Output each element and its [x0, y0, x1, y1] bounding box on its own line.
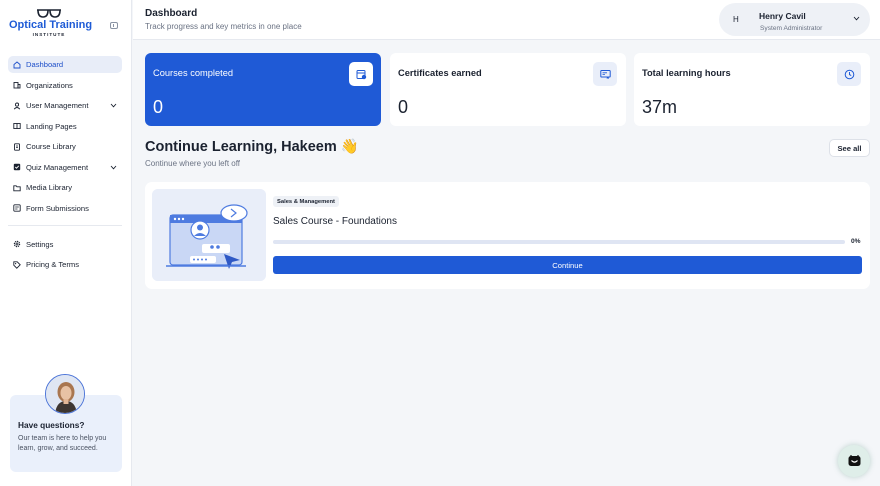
sidebar-collapse-icon[interactable] — [110, 22, 118, 29]
gear-icon — [13, 240, 21, 248]
building-icon — [13, 81, 21, 89]
user-icon — [13, 102, 21, 110]
stat-value: 37m — [642, 97, 678, 117]
sidebar-item-organizations[interactable]: Organizations — [8, 77, 122, 94]
page-title: Dashboard — [145, 8, 198, 19]
chat-bot-icon — [848, 455, 860, 466]
home-icon — [13, 60, 21, 69]
user-menu[interactable]: H Henry Cavil System Administrator — [719, 3, 870, 36]
sidebar: Optical Training INSTITUTE Dashboard Org… — [0, 0, 132, 486]
avatar: H — [733, 15, 739, 24]
stat-label: Certificates earned — [398, 68, 482, 78]
glasses-icon — [37, 9, 61, 18]
sidebar-nav: Dashboard Organizations User Management … — [8, 56, 122, 277]
quiz-icon — [13, 163, 21, 171]
stat-value: 0 — [153, 97, 164, 117]
help-title: Have questions? — [18, 420, 85, 430]
topbar: Dashboard Track progress and key metrics… — [133, 0, 880, 40]
chevron-down-icon[interactable] — [109, 163, 117, 171]
continue-learning-title: Continue Learning, Hakeem 👋 — [145, 139, 359, 155]
sidebar-item-user-management[interactable]: User Management — [8, 97, 122, 114]
sidebar-item-course-library[interactable]: Course Library — [8, 138, 122, 155]
brand-logo[interactable]: Optical Training INSTITUTE — [9, 8, 93, 37]
sidebar-item-label: User Management — [26, 101, 89, 110]
course-thumbnail — [152, 189, 266, 281]
calendar-check-icon — [349, 62, 373, 86]
sidebar-item-quiz-management[interactable]: Quiz Management — [8, 159, 122, 176]
stat-card-learning-hours: Total learning hours 37m — [634, 53, 870, 126]
book-open-icon — [13, 122, 21, 130]
stat-card-courses-completed: Courses completed 0 — [145, 53, 381, 126]
sidebar-item-media-library[interactable]: Media Library — [8, 179, 122, 196]
continue-button[interactable]: Continue — [273, 256, 862, 274]
help-text: Our team is here to help you learn, grow… — [18, 435, 107, 452]
user-role: System Administrator — [760, 25, 823, 32]
certificate-icon — [593, 62, 617, 86]
sidebar-item-label: Course Library — [26, 142, 76, 151]
sidebar-item-label: Form Submissions — [26, 203, 89, 213]
chevron-down-icon — [853, 16, 860, 21]
sidebar-item-dashboard[interactable]: Dashboard — [8, 56, 122, 73]
user-name: Henry Cavil — [759, 11, 806, 21]
sidebar-item-settings[interactable]: Settings — [8, 236, 122, 253]
sidebar-item-label: Organizations — [26, 80, 73, 90]
tag-icon — [13, 260, 21, 269]
sidebar-item-label: Media Library — [26, 183, 73, 192]
folder-icon — [13, 184, 21, 192]
course-title: Sales Course - Foundations — [273, 216, 397, 227]
clock-icon — [837, 62, 861, 86]
course-progress-bar — [273, 240, 845, 244]
sidebar-item-pricing-terms[interactable]: Pricing & Terms — [8, 256, 122, 273]
brand-name: Optical Training — [9, 19, 93, 31]
stat-label: Courses completed — [153, 68, 234, 78]
stat-value: 0 — [398, 97, 409, 117]
sidebar-item-label: Landing Pages — [26, 121, 77, 131]
chevron-down-icon[interactable] — [109, 102, 117, 110]
course-progress-text: 0% — [851, 238, 861, 245]
document-icon — [13, 142, 21, 151]
support-avatar — [45, 374, 85, 414]
page-subtitle: Track progress and key metrics in one pl… — [145, 22, 302, 31]
sidebar-item-label: Settings — [26, 239, 54, 249]
form-icon — [13, 204, 21, 212]
sidebar-item-landing-pages[interactable]: Landing Pages — [8, 118, 122, 135]
chat-button[interactable] — [838, 445, 870, 477]
brand-subtitle: INSTITUTE — [32, 32, 66, 37]
continue-learning-subtitle: Continue where you left off — [145, 159, 241, 168]
sidebar-item-form-submissions[interactable]: Form Submissions — [8, 200, 122, 217]
see-all-button[interactable]: See all — [829, 139, 870, 157]
sidebar-item-label: Quiz Management — [26, 162, 89, 172]
nav-divider — [8, 224, 122, 226]
course-category-badge: Sales & Management — [273, 196, 339, 207]
sidebar-item-label: Pricing & Terms — [26, 260, 80, 269]
sidebar-item-label: Dashboard — [26, 60, 64, 69]
course-card[interactable]: Sales & Management Sales Course - Founda… — [145, 182, 870, 289]
stat-label: Total learning hours — [642, 68, 731, 78]
stat-card-certificates-earned: Certificates earned 0 — [390, 53, 626, 126]
